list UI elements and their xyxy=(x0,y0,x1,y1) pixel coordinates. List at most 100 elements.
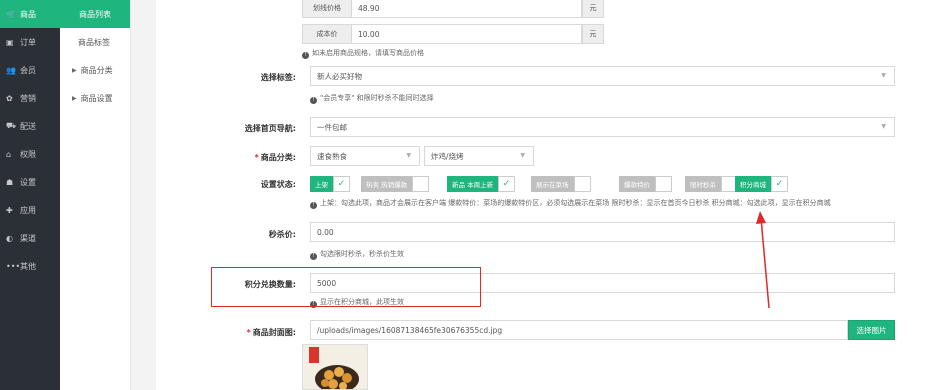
sidebar-item-label: 商品列表 xyxy=(79,9,111,19)
channel-icon: ◐ xyxy=(6,233,13,243)
choose-image-button[interactable]: 选择图片 xyxy=(848,320,895,340)
marketing-icon: ✿ xyxy=(6,93,13,103)
status-label: 设置状态: xyxy=(260,180,296,189)
status-switch[interactable]: 上架 ✓ xyxy=(310,176,350,192)
permission-icon: ⌂ xyxy=(6,149,12,159)
price-help-text: 如未启用商品规格，请填写商品价格 xyxy=(312,49,424,57)
info-icon: ! xyxy=(302,52,309,59)
delivery-icon: ⛟ xyxy=(6,121,17,130)
nav-item-8[interactable]: ◐ 渠道 xyxy=(0,224,60,252)
chevron-down-icon: ▼ xyxy=(406,152,411,159)
sidebar-item-product-settings[interactable]: ▶ 商品设置 xyxy=(60,84,130,112)
category-select-1-value: 速食熟食 xyxy=(317,151,347,161)
caret-right-icon: ▶ xyxy=(72,94,77,102)
seckill-input[interactable]: 0.00 xyxy=(310,222,895,242)
cover-label: * 商品封面图: xyxy=(156,327,296,338)
home-nav-select[interactable]: 一件包邮 ▼ xyxy=(310,117,895,137)
switch-label: 新品 本周上新 xyxy=(447,176,499,192)
sidebar-item-label: 商品设置 xyxy=(80,93,113,103)
status-help-text: 上架：勾选此项，商品才会展示在客户端 爆款特价：菜场的爆款特价区，必须勾选展示在… xyxy=(320,199,831,207)
nav-item-label: 会员 xyxy=(20,65,36,75)
info-icon: ! xyxy=(310,253,317,260)
cost-price-unit: 元 xyxy=(582,24,604,44)
nav-item-label: 订单 xyxy=(20,37,36,47)
nav-item-0[interactable]: 🛒 商品 xyxy=(0,0,60,28)
cover-label-text: 商品封面图: xyxy=(252,328,296,337)
food-image xyxy=(303,345,367,389)
category-select-2[interactable]: 炸鸡/烧烤 ▼ xyxy=(424,146,534,166)
info-icon: ! xyxy=(310,97,317,104)
sidebar-item-label: 商品分类 xyxy=(80,65,113,75)
switch-label: 热卖 热销爆款 xyxy=(361,176,413,192)
nav-item-7[interactable]: ✚ 应用 xyxy=(0,196,60,224)
switch-empty xyxy=(412,176,430,192)
switch-label: 展示在菜场 xyxy=(531,176,574,192)
cover-thumbnail xyxy=(302,344,368,390)
category-label: * 商品分类: xyxy=(156,152,296,163)
category-select-2-value: 炸鸡/烧烤 xyxy=(431,151,464,161)
nav-item-label: 权限 xyxy=(20,149,36,159)
home-nav-label: 选择首页导航: xyxy=(244,124,296,133)
status-switch[interactable]: 爆款特价 xyxy=(619,176,672,192)
settings-icon: ☗ xyxy=(6,177,14,187)
cart-icon: 🛒 xyxy=(6,9,16,19)
sidebar-item-product-list[interactable]: 商品列表 xyxy=(60,0,130,28)
price-help: ! 如未启用商品规格，请填写商品价格 xyxy=(302,48,424,59)
highlight-box xyxy=(211,267,481,307)
nav-item-6[interactable]: ☗ 设置 xyxy=(0,168,60,196)
tag-help-text: "会员专享" 和限时秒杀不能同时选择 xyxy=(320,94,434,102)
sidebar-item-product-tags[interactable]: 商品标签 xyxy=(60,28,130,56)
chevron-down-icon: ▼ xyxy=(881,72,886,79)
nav-item-5[interactable]: ⌂ 权限 xyxy=(0,140,60,168)
nav-item-label: 商品 xyxy=(20,9,36,19)
strike-price-addon: 划线价格 xyxy=(302,0,352,18)
sidebar-item-label: 商品标签 xyxy=(78,37,110,47)
status-switch[interactable]: 展示在菜场 xyxy=(531,176,591,192)
status-switch[interactable]: 积分商城 ✓ xyxy=(735,176,788,192)
app-icon: ✚ xyxy=(6,205,13,215)
nav-item-label: 渠道 xyxy=(20,233,36,243)
product-form: 划线价格 48.90 元 成本价 10.00 元 ! 如未启用商品规格，请填写商品… xyxy=(156,0,937,390)
category-select-1[interactable]: 速食熟食 ▼ xyxy=(310,146,420,166)
cost-price-input[interactable]: 10.00 xyxy=(352,24,582,44)
tag-select[interactable]: 新人必买好物 ▼ xyxy=(310,66,895,86)
home-nav-select-value: 一件包邮 xyxy=(317,122,347,132)
nav-item-3[interactable]: ✿ 营销 xyxy=(0,84,60,112)
member-icon: 👥 xyxy=(6,65,16,75)
nav-item-label: 配送 xyxy=(20,121,36,131)
cover-path-input[interactable]: /uploads/images/16087138465fe30676355cd.… xyxy=(310,320,848,340)
switch-label: 爆款特价 xyxy=(619,176,655,192)
chevron-down-icon: ▼ xyxy=(520,152,525,159)
seckill-label: 秒杀价: xyxy=(268,230,296,239)
seckill-help: ! 勾选限时秒杀，秒杀价生效 xyxy=(310,249,404,260)
tag-select-value: 新人必买好物 xyxy=(317,71,362,81)
status-switch[interactable]: 新品 本周上新 ✓ xyxy=(447,176,516,192)
status-switch[interactable]: 热卖 热销爆款 xyxy=(361,176,430,192)
status-help: ! 上架：勾选此项，商品才会展示在客户端 爆款特价：菜场的爆款特价区，必须勾选展示… xyxy=(310,198,831,209)
cost-price-addon: 成本价 xyxy=(302,24,352,44)
nav-item-4[interactable]: ⛟ 配送 xyxy=(0,112,60,140)
check-icon: ✓ xyxy=(498,176,516,192)
caret-right-icon: ▶ xyxy=(72,66,77,74)
switch-label: 积分商城 xyxy=(735,176,771,192)
strike-price-unit: 元 xyxy=(582,0,604,18)
switch-empty xyxy=(655,176,672,192)
nav-item-label: 应用 xyxy=(20,205,36,215)
category-label-text: 商品分类: xyxy=(260,153,296,162)
content-gutter xyxy=(131,0,156,390)
annotation-arrow xyxy=(756,211,770,309)
check-icon: ✓ xyxy=(333,176,350,192)
info-icon: ! xyxy=(310,202,317,209)
nav-item-1[interactable]: ▣ 订单 xyxy=(0,28,60,56)
switch-label: 上架 xyxy=(310,176,333,192)
nav-item-9[interactable]: ••• 其他 xyxy=(0,252,60,280)
more-icon: ••• xyxy=(6,261,21,271)
switch-label: 限时秒杀 xyxy=(685,176,721,192)
nav-item-label: 营销 xyxy=(20,93,36,103)
nav-item-2[interactable]: 👥 会员 xyxy=(0,56,60,84)
sidebar-item-product-category[interactable]: ▶ 商品分类 xyxy=(60,56,130,84)
seckill-help-text: 勾选限时秒杀，秒杀价生效 xyxy=(320,250,404,258)
strike-price-input[interactable]: 48.90 xyxy=(352,0,582,18)
secondary-sidebar: 商品列表 商品标签 ▶ 商品分类 ▶ 商品设置 xyxy=(60,0,131,390)
status-switch[interactable]: 限时秒杀 xyxy=(685,176,738,192)
